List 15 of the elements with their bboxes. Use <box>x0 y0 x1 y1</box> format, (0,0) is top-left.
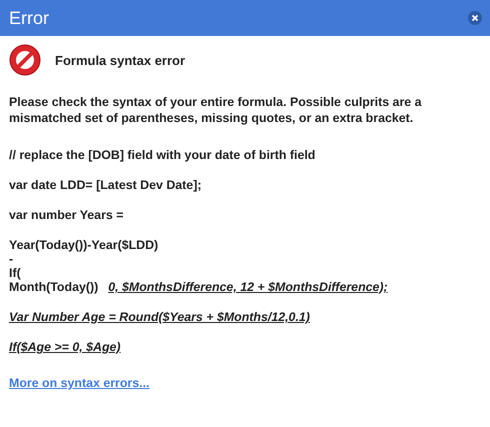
formula-line: var number Years = <box>9 208 124 222</box>
formula-line: Year(Today())-Year($LDD) <box>9 238 160 252</box>
formula-line: If($Age >= 0, $Age) <box>9 340 122 354</box>
formula-line: If( <box>9 266 22 280</box>
error-message: Please check the syntax of your entire formula. Possible culprits are a mismatched set of parentheses, missing quotes, or an extra bracket. <box>9 94 423 126</box>
help-link[interactable]: More on syntax errors... <box>9 376 150 390</box>
formula-line: Var Number Age = Round($Years + $Months/12,0.1) <box>9 310 311 324</box>
window-title: Error <box>9 8 49 28</box>
formula-line: - <box>9 252 14 266</box>
prohibited-icon <box>9 44 41 76</box>
formula-line: Month(Today()) 0, $MonthsDifference, 12 + $MonthsDifference); <box>9 280 389 294</box>
error-heading: Formula syntax error <box>55 52 186 68</box>
formula-line: var date LDD= [Latest Dev Date]; <box>9 178 202 192</box>
formula-line: // replace the [DOB] field with your date of birth field <box>9 148 316 162</box>
close-icon[interactable] <box>468 11 482 25</box>
